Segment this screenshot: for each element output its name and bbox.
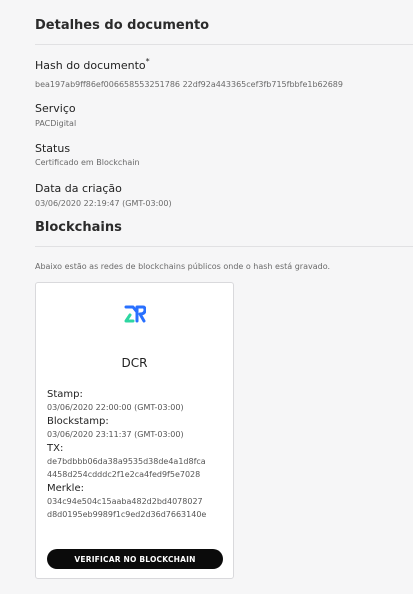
service-value: PACDigital [35,119,77,128]
verify-blockchain-button[interactable]: VERIFICAR NO BLOCKCHAIN [47,549,223,569]
details-divider [35,44,413,45]
tx-value-line1: de7bdbbb06da38a9535d38de4a1d8fca [47,457,206,466]
section-title-blockchains: Blockchains [35,220,122,235]
status-label: Status [35,142,71,155]
merkle-value-line2: d8d0195eb9989f1c9ed2d36d7663140e [47,510,207,519]
tx-value-line2: 4458d254cdddc2f1e2ca4fed9f5e7028 [47,470,201,479]
merkle-value-line1: 034c94e504c15aaba482d2bd4078027 [47,497,203,506]
hash-value: bea197ab9ff86ef006658553251786 22df92a44… [35,80,343,89]
tx-label: TX: [47,443,64,454]
hash-label-text: Hash do documento [35,59,146,72]
created-label: Data da criação [35,182,122,195]
section-title-details: Detalhes do documento [35,18,210,33]
blockchain-card: DCR Stamp: 03/06/2020 22:00:00 (GMT-03:0… [35,282,234,579]
merkle-label: Merkle: [47,483,84,494]
blockchains-note: Abaixo estão as redes de blockchains púb… [35,262,330,271]
blockstamp-value: 03/06/2020 23:11:37 (GMT-03:00) [47,430,184,439]
blockstamp-label: Blockstamp: [47,416,109,427]
created-value: 03/06/2020 22:19:47 (GMT-03:00) [35,199,172,208]
dcr-logo-icon [124,305,146,323]
blockchains-divider [35,246,413,247]
status-value: Certificado em Blockchain [35,158,140,167]
chain-name: DCR [121,356,148,370]
required-mark: * [145,57,150,66]
hash-label: Hash do documento* [35,57,150,72]
service-label: Serviço [35,102,76,115]
stamp-value: 03/06/2020 22:00:00 (GMT-03:00) [47,403,184,412]
stamp-label: Stamp: [47,389,83,400]
